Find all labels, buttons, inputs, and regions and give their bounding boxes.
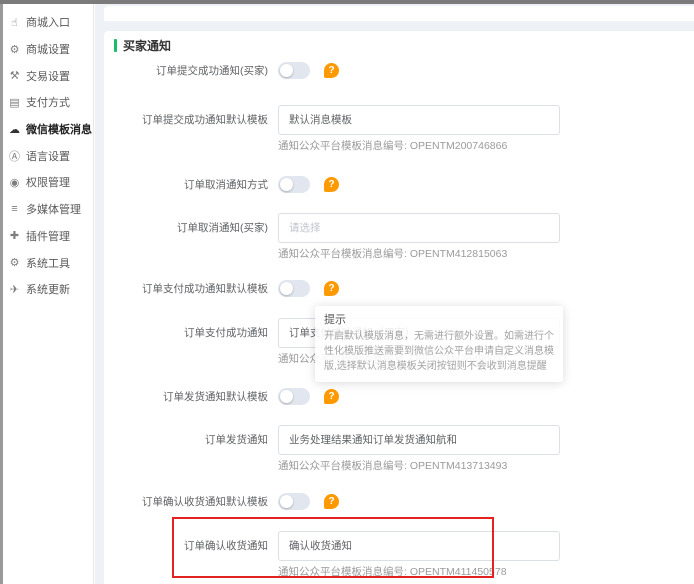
field-label: 订单发货通知 <box>104 425 268 455</box>
sidebar-item-9[interactable]: ⚙ 系统工具 <box>0 249 93 276</box>
gear-icon: ⚙ <box>8 256 21 269</box>
sidebar-item-label: 商城设置 <box>26 41 70 57</box>
field-label: 订单确认收货通知 <box>104 531 268 561</box>
toggle-switch-off[interactable] <box>278 493 310 510</box>
help-icon[interactable]: ? <box>324 63 339 78</box>
help-icon[interactable]: ? <box>324 494 339 509</box>
form-row-input: 订单取消通知(买家)请选择通知公众平台模板消息编号: OPENTM4128150… <box>104 213 694 257</box>
toggle-switch-off[interactable] <box>278 388 310 405</box>
field-label: 订单确认收货通知默认模板 <box>104 493 268 511</box>
bank-card-icon: ▤ <box>8 96 21 109</box>
field-label: 订单取消通知(买家) <box>104 213 268 243</box>
form-row-toggle: 订单确认收货通知默认模板? <box>104 493 694 511</box>
field-controls: ? <box>278 176 339 193</box>
form-row-toggle: 订单取消通知方式? <box>104 176 694 194</box>
list-icon: ≡ <box>8 203 21 215</box>
tools-icon: ⚒ <box>8 69 21 82</box>
select-input[interactable]: 请选择 <box>278 213 560 243</box>
toggle-switch-off[interactable] <box>278 280 310 297</box>
help-icon[interactable]: ? <box>324 281 339 296</box>
toggle-knob <box>280 64 293 77</box>
sidebar: ☝ 商城入口 ⚙ 商城设置 ⚒ 交易设置 ▤ 支付方式 ☁ 微信模板消息 Ⓐ 语言设置 ◉ 权限管理 ≡ 多媒… <box>0 4 94 584</box>
sidebar-item-label: 权限管理 <box>26 174 70 190</box>
sidebar-item-label: 多媒体管理 <box>26 201 81 217</box>
sidebar-item-6[interactable]: ◉ 权限管理 <box>0 169 93 196</box>
tooltip-body: 开启默认模版消息，无需进行额外设置。如需进行个性化模版推送需要到微信公众平台申请… <box>324 329 554 374</box>
help-icon[interactable]: ? <box>324 389 339 404</box>
text-input[interactable]: 确认收货通知 <box>278 531 560 561</box>
toggle-knob <box>280 495 293 508</box>
sidebar-item-1[interactable]: ⚙ 商城设置 <box>0 36 93 63</box>
sidebar-item-label: 支付方式 <box>26 94 70 110</box>
sidebar-item-5[interactable]: Ⓐ 语言设置 <box>0 142 93 169</box>
sidebar-item-0[interactable]: ☝ 商城入口 <box>0 9 93 36</box>
toggle-knob <box>280 282 293 295</box>
sidebar-item-3[interactable]: ▤ 支付方式 <box>0 89 93 116</box>
tooltip-title: 提示 <box>324 311 554 327</box>
help-icon[interactable]: ? <box>324 177 339 192</box>
wechat-icon: ☁ <box>8 123 21 136</box>
field-label: 订单发货通知默认模板 <box>104 388 268 406</box>
sidebar-item-10[interactable]: ✈ 系统更新 <box>0 276 93 303</box>
form-row-input: 订单确认收货通知确认收货通知通知公众平台模板消息编号: OPENTM411450… <box>104 531 694 575</box>
toggle-switch-off[interactable] <box>278 176 310 193</box>
sidebar-item-8[interactable]: ✚ 插件管理 <box>0 223 93 250</box>
template-id-helper: 通知公众平台模板消息编号: OPENTM411450578 <box>278 564 507 579</box>
field-label: 订单提交成功通知默认模板 <box>104 105 268 135</box>
template-id-helper: 通知公众平台模板消息编号: OPENTM200746866 <box>278 138 507 153</box>
field-controls: ? <box>278 62 339 79</box>
gear-icon: ⚙ <box>8 43 21 56</box>
thumb-up-icon: ☝ <box>8 16 21 29</box>
sidebar-item-label: 插件管理 <box>26 228 70 244</box>
sidebar-item-7[interactable]: ≡ 多媒体管理 <box>0 196 93 223</box>
language-icon: Ⓐ <box>8 148 21 164</box>
window-left-edge <box>0 4 3 584</box>
tooltip: 提示 开启默认模版消息，无需进行额外设置。如需进行个性化模版推送需要到微信公众平… <box>315 306 563 382</box>
eye-icon: ◉ <box>8 176 21 189</box>
settings-panel: 买家通知 订单提交成功通知(买家)?订单提交成功通知默认模板默认消息模板通知公众… <box>104 31 694 584</box>
plugin-icon: ✚ <box>8 229 21 242</box>
template-id-helper: 通知公众平台模板消息编号: OPENTM413713493 <box>278 458 507 473</box>
section-header: 买家通知 <box>114 37 171 54</box>
field-controls: ? <box>278 388 339 405</box>
section-title: 买家通知 <box>123 37 171 54</box>
send-icon: ✈ <box>8 283 21 296</box>
app-window: ☝ 商城入口 ⚙ 商城设置 ⚒ 交易设置 ▤ 支付方式 ☁ 微信模板消息 Ⓐ 语言设置 ◉ 权限管理 ≡ 多媒… <box>0 0 694 584</box>
sidebar-item-label: 系统更新 <box>26 281 70 297</box>
toggle-knob <box>280 178 293 191</box>
sidebar-item-2[interactable]: ⚒ 交易设置 <box>0 62 93 89</box>
form-row-toggle: 订单提交成功通知(买家)? <box>104 62 694 80</box>
field-label: 订单取消通知方式 <box>104 176 268 194</box>
template-id-helper: 通知公众平台模板消息编号: OPENTM412815063 <box>278 246 507 261</box>
field-label: 订单提交成功通知(买家) <box>104 62 268 80</box>
accent-bar <box>114 39 117 52</box>
form-row-input: 订单提交成功通知默认模板默认消息模板通知公众平台模板消息编号: OPENTM20… <box>104 105 694 149</box>
form-row-input: 订单发货通知业务处理结果通知订单发货通知航和通知公众平台模板消息编号: OPEN… <box>104 425 694 469</box>
sidebar-item-label: 微信模板消息 <box>26 121 92 137</box>
text-input[interactable]: 业务处理结果通知订单发货通知航和 <box>278 425 560 455</box>
sidebar-item-label: 语言设置 <box>26 148 70 164</box>
field-controls: ? <box>278 493 339 510</box>
form-row-toggle: 订单发货通知默认模板? <box>104 388 694 406</box>
sidebar-item-label: 商城入口 <box>26 14 70 30</box>
text-input[interactable]: 默认消息模板 <box>278 105 560 135</box>
sidebar-item-label: 交易设置 <box>26 68 70 84</box>
field-controls: ? <box>278 280 339 297</box>
sidebar-item-4[interactable]: ☁ 微信模板消息 <box>0 116 93 143</box>
field-label: 订单支付成功通知 <box>104 318 268 348</box>
toggle-switch-off[interactable] <box>278 62 310 79</box>
sidebar-item-label: 系统工具 <box>26 255 70 271</box>
content-header-bar <box>104 6 694 21</box>
field-label: 订单支付成功通知默认模板 <box>104 280 268 298</box>
form-row-toggle: 订单支付成功通知默认模板? <box>104 280 694 298</box>
toggle-knob <box>280 390 293 403</box>
